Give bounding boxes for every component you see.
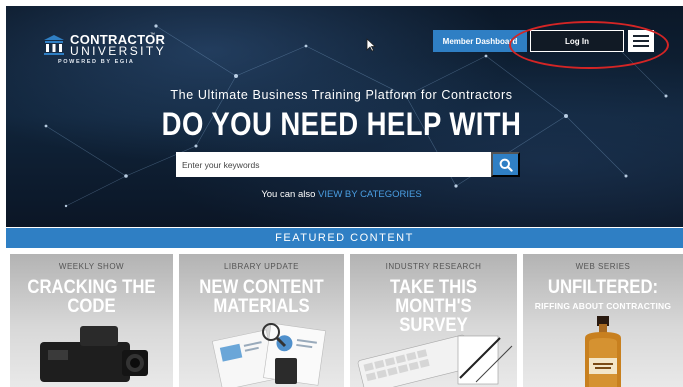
logo-text-powered-by: POWERED BY EGIA	[58, 59, 135, 65]
hero-tagline: The Ultimate Business Training Platform …	[170, 88, 513, 102]
card-kicker: INDUSTRY RESEARCH	[385, 262, 482, 271]
card-kicker: WEEKLY SHOW	[58, 262, 125, 271]
card-title-line: UNFILTERED:	[547, 277, 659, 298]
whiskey-bottle-image	[585, 316, 621, 387]
card-title-line: NEW CONTENT	[199, 277, 324, 298]
featured-card-industry-research[interactable]: INDUSTRY RESEARCH TAKE THIS MONTH'S SURV…	[350, 254, 517, 387]
logo-text-university: UNIVERSITY	[70, 44, 167, 58]
card-title: NEW CONTENT MATERIALS	[189, 278, 334, 316]
card-subtitle: RIFFING ABOUT CONTRACTING	[534, 301, 672, 311]
card-title-line: MONTH'S SURVEY	[395, 296, 472, 336]
featured-content-bar: FEATURED CONTENT	[6, 228, 683, 248]
search-input[interactable]	[176, 152, 491, 177]
featured-card-weekly-show[interactable]: WEEKLY SHOW CRACKING THE CODE	[10, 254, 173, 387]
mouse-cursor-icon	[366, 38, 376, 52]
video-camera-image	[40, 326, 148, 382]
documents-image	[211, 322, 326, 387]
login-highlight-annotation	[509, 21, 669, 69]
card-title-line: CODE	[67, 296, 116, 317]
search-icon	[499, 158, 513, 172]
contractor-university-logo[interactable]: CONTRACTOR ™ UNIVERSITY POWERED BY EGIA	[42, 32, 165, 68]
view-categories-line: You can also VIEW BY CATEGORIES	[0, 189, 683, 200]
card-title-line: CRACKING THE	[27, 277, 156, 298]
card-title: CRACKING THE CODE	[20, 278, 163, 316]
search-button[interactable]	[491, 152, 520, 177]
card-title: TAKE THIS MONTH'S SURVEY	[360, 278, 507, 335]
card-kicker: LIBRARY UPDATE	[223, 262, 300, 271]
card-title-line: MATERIALS	[213, 296, 310, 317]
hero-headline: DO YOU NEED HELP WITH	[161, 106, 522, 142]
card-kicker: WEB SERIES	[575, 262, 631, 271]
featured-card-library-update[interactable]: LIBRARY UPDATE NEW CONTENT MATERIALS	[179, 254, 344, 387]
featured-card-web-series[interactable]: WEB SERIES UNFILTERED: RIFFING ABOUT CON…	[523, 254, 683, 387]
view-categories-prefix: You can also	[261, 189, 316, 200]
card-title: UNFILTERED:	[533, 278, 674, 297]
logo-trademark: ™	[150, 32, 155, 38]
view-by-categories-link[interactable]: VIEW BY CATEGORIES	[318, 189, 422, 200]
card-title-line: TAKE THIS	[389, 277, 478, 298]
building-columns-icon	[44, 35, 64, 55]
